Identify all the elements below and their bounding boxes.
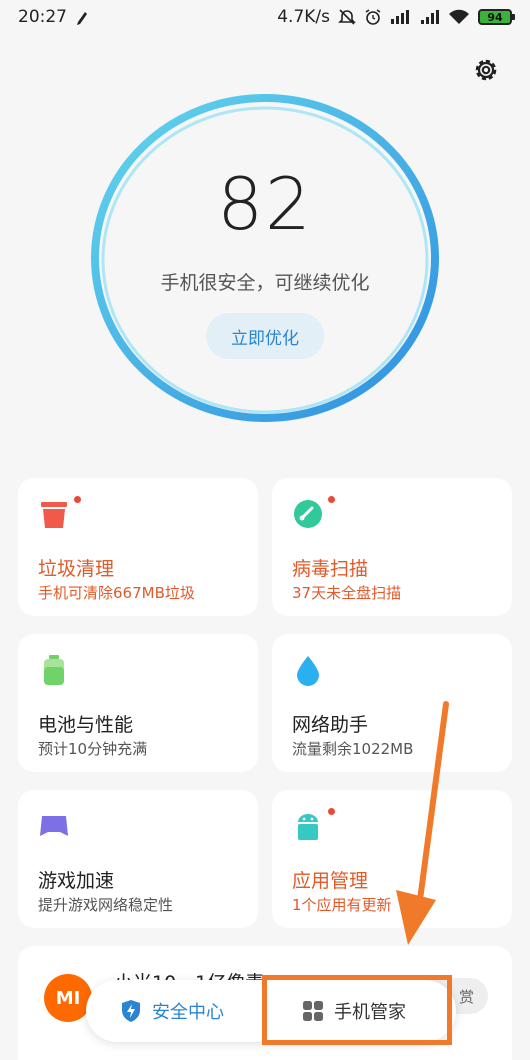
settings-button[interactable]	[470, 54, 502, 86]
trash-icon	[41, 502, 67, 528]
android-icon	[298, 814, 318, 840]
card-subtitle: 提升游戏网络稳定性	[38, 896, 174, 914]
card-trash-clean[interactable]: 垃圾清理 手机可清除667MB垃圾	[18, 478, 258, 616]
security-score: 82	[217, 162, 313, 246]
card-title: 垃圾清理	[38, 558, 115, 580]
pen-icon	[75, 9, 89, 25]
tab-security-label: 安全中心	[152, 1002, 224, 1023]
mi-logo: MI	[44, 974, 92, 1022]
battery-indicator: 94	[478, 9, 515, 25]
status-left: 20:27	[18, 7, 89, 27]
card-battery-performance[interactable]: 电池与性能 预计10分钟充满	[18, 634, 258, 772]
notification-dot	[328, 496, 335, 503]
water-drop-icon	[297, 656, 319, 686]
annotation-arrow-icon	[396, 701, 449, 945]
score-ring	[91, 94, 439, 422]
annotation-highlight-box	[262, 975, 452, 1045]
signal-icon	[420, 9, 440, 25]
gear-icon	[475, 59, 497, 81]
card-title: 电池与性能	[38, 714, 134, 736]
notification-dot	[328, 808, 335, 815]
network-speed: 4.7K/s	[277, 7, 330, 27]
card-subtitle: 37天未全盘扫描	[292, 584, 402, 602]
optimize-button[interactable]: 立即优化	[206, 313, 324, 359]
mute-icon	[338, 8, 356, 26]
shield-icon	[122, 1000, 140, 1022]
score-status-text: 手机很安全，可继续优化	[160, 272, 370, 294]
status-bar: 20:27 4.7K/s 94	[0, 0, 530, 34]
hd-signal-icon	[390, 9, 412, 25]
battery-icon	[44, 655, 64, 685]
card-subtitle: 手机可清除667MB垃圾	[38, 584, 195, 602]
card-game-boost[interactable]: 游戏加速 提升游戏网络稳定性	[18, 790, 258, 928]
card-title: 病毒扫描	[292, 558, 369, 580]
alarm-icon	[364, 8, 382, 26]
card-subtitle: 1个应用有更新	[292, 896, 392, 914]
card-subtitle: 预计10分钟充满	[38, 740, 148, 758]
wifi-icon	[448, 9, 470, 25]
tab-security-center[interactable]: 安全中心	[120, 980, 224, 1042]
card-title: 游戏加速	[38, 870, 115, 892]
card-title: 网络助手	[292, 714, 369, 736]
virus-scan-icon	[294, 500, 322, 528]
notification-dot	[74, 496, 81, 503]
card-virus-scan[interactable]: 病毒扫描 37天未全盘扫描	[272, 478, 512, 616]
gamepad-icon	[40, 816, 68, 836]
card-title: 应用管理	[292, 870, 369, 892]
status-time: 20:27	[18, 7, 67, 27]
status-right: 4.7K/s 94	[277, 7, 515, 27]
